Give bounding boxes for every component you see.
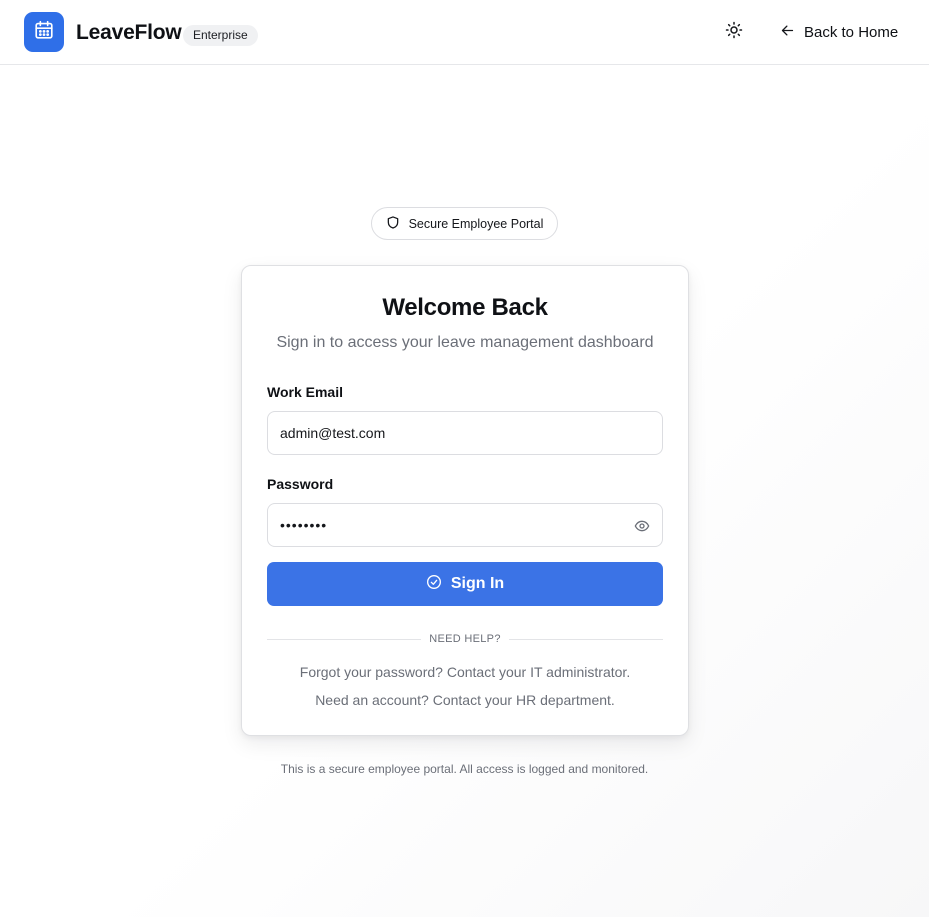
work-email-label: Work Email <box>267 384 343 400</box>
logo[interactable] <box>24 12 64 52</box>
calendar-icon <box>33 19 55 46</box>
back-to-home-button[interactable]: Back to Home <box>770 16 908 48</box>
work-email-input[interactable]: admin@test.com <box>267 411 663 455</box>
check-circle-icon <box>426 574 442 595</box>
brand-name[interactable]: LeaveFlow <box>76 21 182 45</box>
back-to-home-label: Back to Home <box>804 23 899 41</box>
security-notice: This is a secure employee portal. All ac… <box>280 762 649 776</box>
divider-line-right <box>508 638 664 640</box>
need-help-divider: NEED HELP? <box>267 631 664 647</box>
plan-badge: Enterprise <box>183 25 258 46</box>
sign-in-button[interactable]: Sign In <box>267 562 663 606</box>
top-header: LeaveFlow Enterprise Back to Home <box>0 0 929 65</box>
need-help-text: NEED HELP? <box>429 633 501 645</box>
card-title: Welcome Back <box>382 294 548 321</box>
password-input[interactable]: •••••••• <box>267 503 663 547</box>
request-account-help: Need an account? Contact your HR departm… <box>315 692 615 708</box>
arrow-left-icon <box>780 23 795 42</box>
sun-icon <box>725 21 743 44</box>
forgot-password-help: Forgot your password? Contact your IT ad… <box>299 664 631 680</box>
card-subtitle: Sign in to access your leave management … <box>276 334 654 351</box>
shield-icon <box>386 215 400 233</box>
work-email-value: admin@test.com <box>280 425 386 441</box>
secure-portal-label: Secure Employee Portal <box>408 216 544 231</box>
divider-line-left <box>267 638 422 640</box>
sign-in-label: Sign In <box>450 575 505 592</box>
password-label: Password <box>267 476 334 492</box>
login-card: Welcome Back Sign in to access your leav… <box>241 265 689 736</box>
secure-portal-pill: Secure Employee Portal <box>371 207 558 240</box>
theme-toggle-button[interactable] <box>719 18 749 46</box>
password-value: •••••••• <box>280 517 328 533</box>
eye-icon[interactable] <box>633 517 651 535</box>
